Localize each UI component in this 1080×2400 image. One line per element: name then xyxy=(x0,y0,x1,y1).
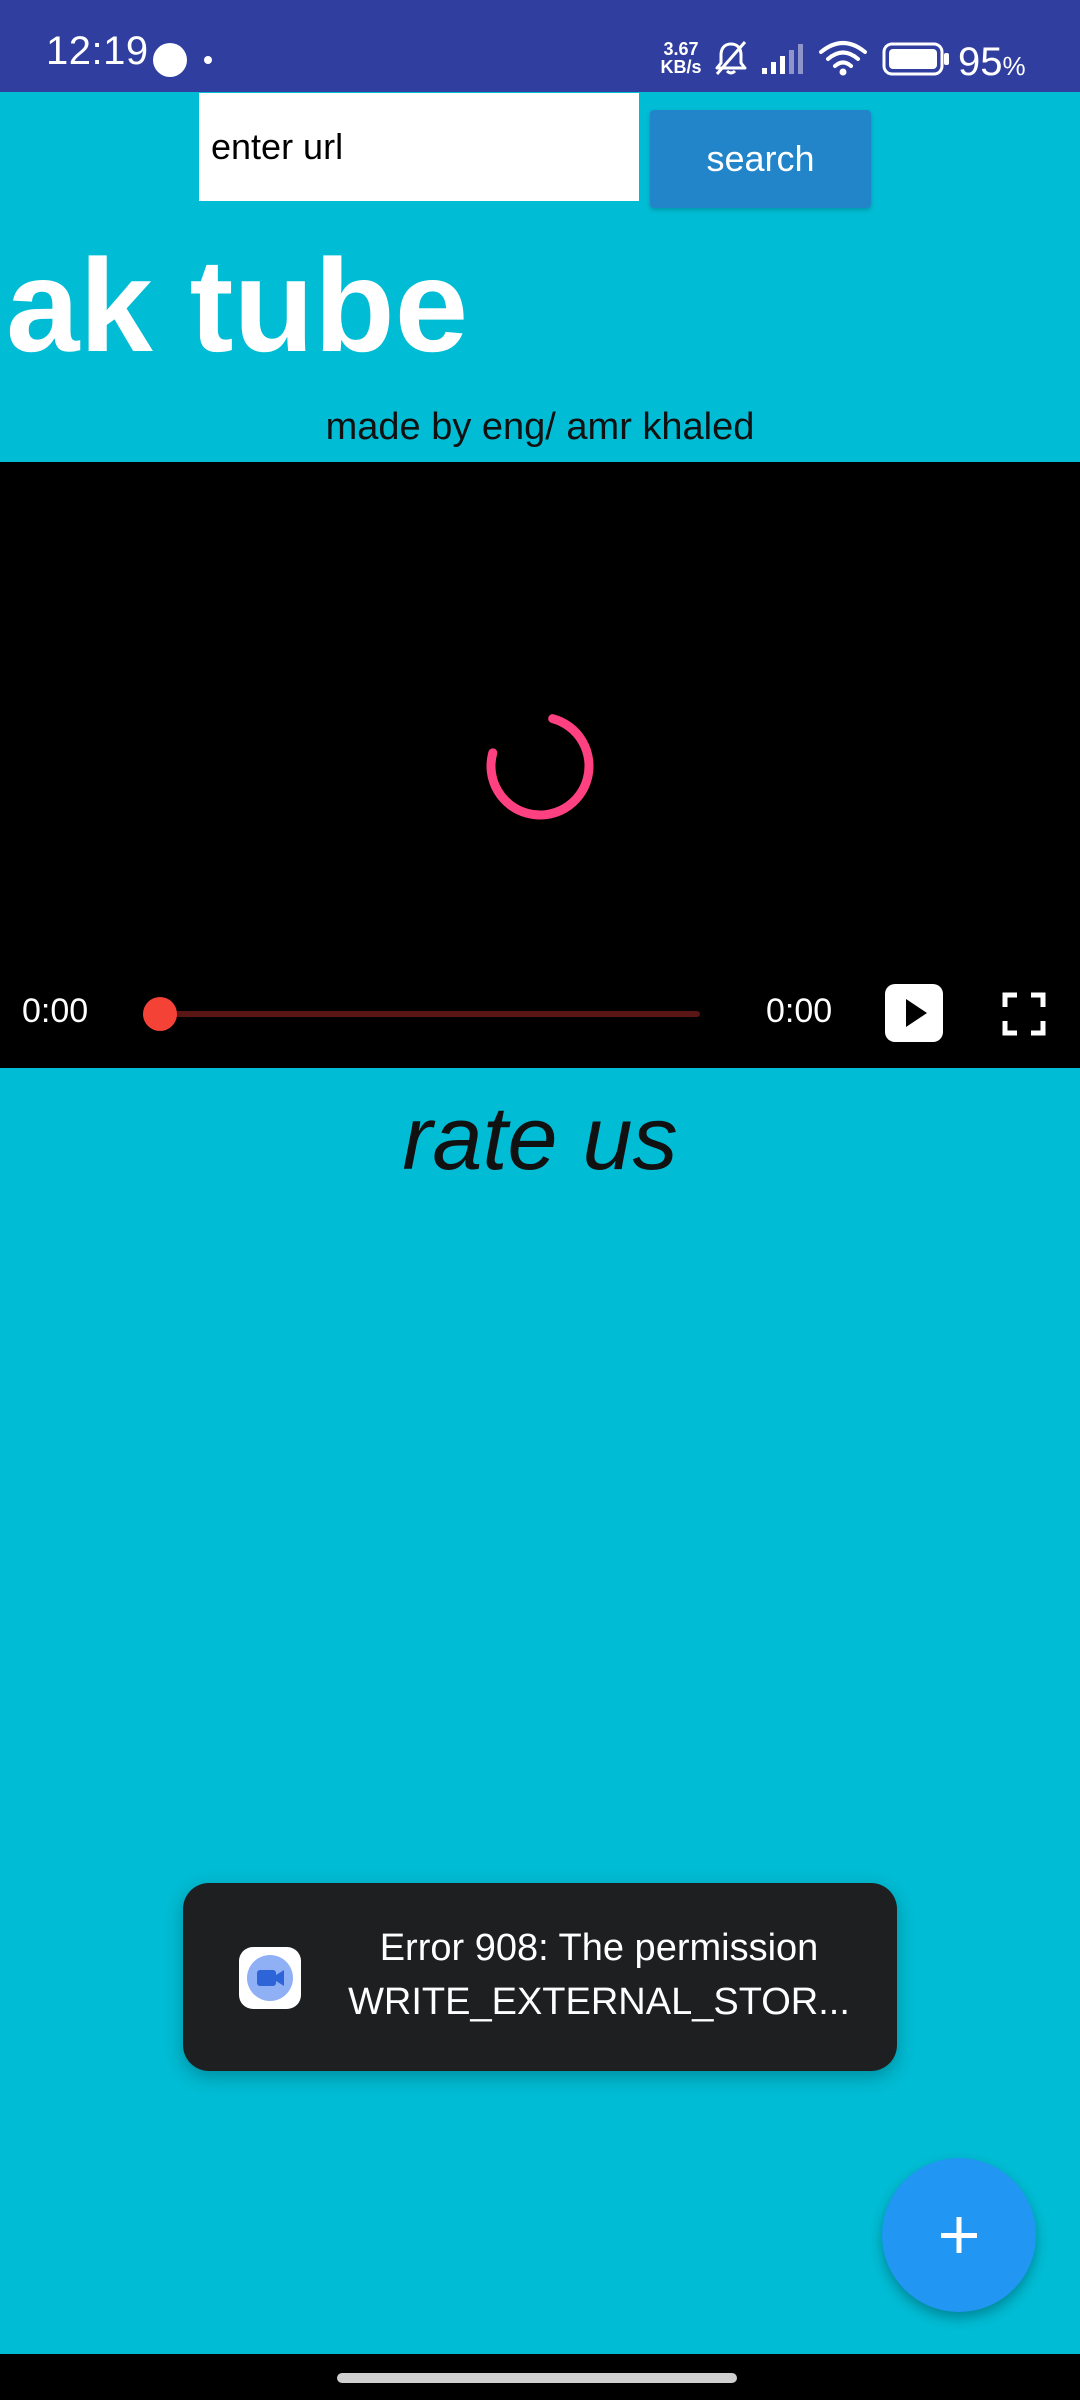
total-time: 0:00 xyxy=(766,992,833,1030)
play-icon xyxy=(906,999,927,1027)
seek-bar[interactable] xyxy=(160,1011,700,1017)
error-toast: Error 908: The permission WRITE_EXTERNAL… xyxy=(183,1883,897,2071)
video-player[interactable]: 0:00 0:00 xyxy=(0,462,1080,1068)
battery-percent: 95% xyxy=(958,42,1026,82)
circle-notification-icon xyxy=(153,43,187,77)
seek-thumb[interactable] xyxy=(143,997,177,1031)
toast-message: Error 908: The permission WRITE_EXTERNAL… xyxy=(329,1921,869,2029)
navigation-bar xyxy=(0,2354,1080,2400)
wifi-icon xyxy=(819,41,867,76)
loading-spinner xyxy=(486,712,594,820)
video-camera-icon xyxy=(247,1955,293,2001)
home-indicator[interactable] xyxy=(337,2373,737,2383)
toast-app-icon xyxy=(239,1947,301,2009)
rate-us-label[interactable]: rate us xyxy=(0,1090,1080,1189)
app-title: ak tube xyxy=(6,232,469,379)
status-bar: 12:19 3.67 KB/s 95% xyxy=(0,0,1080,92)
credit-text: made by eng/ amr khaled xyxy=(325,406,755,448)
network-speed: 3.67 KB/s xyxy=(655,40,707,76)
battery-percent-value: 95 xyxy=(958,40,1003,84)
add-fab-button[interactable] xyxy=(882,2158,1036,2312)
toast-line-1: Error 908: The permission xyxy=(379,1927,819,1969)
battery-percent-unit: % xyxy=(1002,51,1026,81)
network-speed-value: 3.67 xyxy=(663,39,699,59)
network-speed-unit: KB/s xyxy=(660,57,702,77)
play-button[interactable] xyxy=(885,984,943,1042)
signal-icon xyxy=(762,44,803,74)
fullscreen-icon[interactable] xyxy=(1002,992,1046,1036)
toast-line-2: WRITE_EXTERNAL_STOR... xyxy=(348,1981,850,2023)
current-time: 0:00 xyxy=(22,992,89,1030)
status-time: 12:19 xyxy=(46,29,149,73)
search-button[interactable]: search xyxy=(650,110,871,208)
battery-icon xyxy=(882,42,949,76)
bell-off-icon xyxy=(715,41,747,75)
url-input[interactable] xyxy=(199,93,639,201)
dot-icon xyxy=(204,56,212,64)
plus-icon xyxy=(941,2217,977,2253)
